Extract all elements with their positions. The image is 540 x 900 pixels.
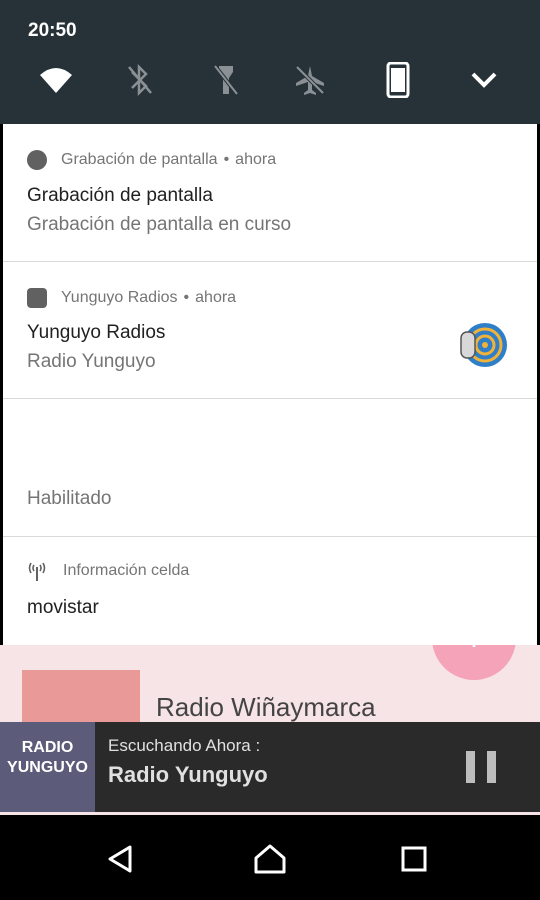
notification-shade: Grabación de pantalla • ahora Grabación … bbox=[3, 124, 537, 645]
antenna-icon bbox=[27, 561, 47, 581]
app-icon bbox=[27, 150, 47, 170]
station-thumbnail bbox=[22, 670, 140, 722]
flashlight-off-icon[interactable] bbox=[208, 62, 244, 98]
separator: • bbox=[183, 289, 190, 306]
notification-text: Radio Yunguyo bbox=[27, 351, 156, 372]
pause-icon[interactable] bbox=[466, 751, 496, 783]
home-icon[interactable] bbox=[250, 839, 290, 879]
airplane-mode-off-icon[interactable] bbox=[292, 62, 328, 98]
player-title: Radio Yunguyo bbox=[108, 762, 268, 787]
wifi-icon[interactable] bbox=[38, 62, 74, 98]
notification-enabled[interactable]: Habilitado bbox=[3, 399, 537, 537]
notification-header: Yunguyo Radios • ahora bbox=[27, 288, 236, 308]
quick-settings-panel: 20:50 bbox=[0, 0, 540, 124]
radio-logo: RADIO YUNGUYO bbox=[0, 722, 95, 812]
notification-text: Grabación de pantalla en curso bbox=[27, 214, 292, 235]
notification-title: Grabación de pantalla bbox=[27, 185, 213, 206]
chevron-down-icon[interactable] bbox=[466, 62, 502, 98]
radio-app-large-icon bbox=[457, 320, 507, 370]
notification-text: movistar bbox=[27, 597, 99, 618]
phone-rotation-icon[interactable] bbox=[380, 62, 416, 98]
separator: • bbox=[223, 151, 230, 168]
notification-text: Habilitado bbox=[27, 488, 112, 509]
navigation-bar bbox=[0, 815, 540, 900]
notification-time: ahora bbox=[235, 151, 277, 168]
notification-header: Grabación de pantalla • ahora bbox=[27, 150, 276, 170]
notification-screen-recording[interactable]: Grabación de pantalla • ahora Grabación … bbox=[3, 124, 537, 262]
bluetooth-off-icon[interactable] bbox=[122, 62, 158, 98]
notification-app-name: Información celda bbox=[63, 562, 190, 579]
recents-icon[interactable] bbox=[394, 839, 434, 879]
logo-text: RADIO YUNGUYO bbox=[7, 739, 88, 776]
notification-title: Yunguyo Radios bbox=[27, 322, 166, 343]
back-icon[interactable] bbox=[100, 839, 140, 879]
notification-app-name: Grabación de pantalla bbox=[61, 151, 218, 168]
status-time: 20:50 bbox=[28, 20, 77, 41]
notification-cell-info[interactable]: Información celda movistar bbox=[3, 537, 537, 645]
app-icon bbox=[27, 288, 47, 308]
notification-app-name: Yunguyo Radios bbox=[61, 289, 178, 306]
notification-yunguyo-radios[interactable]: Yunguyo Radios • ahora Yunguyo Radios Ra… bbox=[3, 262, 537, 399]
player-subtitle: Escuchando Ahora : bbox=[108, 736, 261, 755]
notification-header: Información celda bbox=[27, 561, 189, 581]
station-list-title[interactable]: Radio Wiñaymarca bbox=[156, 692, 376, 723]
notification-time: ahora bbox=[195, 289, 237, 306]
